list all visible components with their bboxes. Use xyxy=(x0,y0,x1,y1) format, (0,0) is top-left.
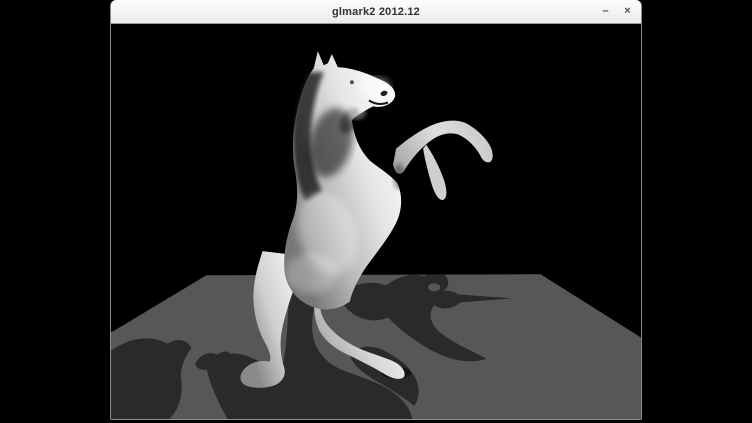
horse-muzzle-highlight xyxy=(360,77,390,99)
shadow-ear-gap xyxy=(428,283,440,291)
horse-eye xyxy=(350,80,354,84)
window-title: glmark2 2012.12 xyxy=(332,6,420,18)
render-scene xyxy=(111,24,641,419)
horse-shoulder-crease xyxy=(393,164,405,190)
gl-viewport[interactable] xyxy=(111,24,641,419)
window-controls: – × xyxy=(598,0,635,23)
glmark2-window: glmark2 2012.12 – × xyxy=(110,0,642,420)
minimize-button[interactable]: – xyxy=(598,4,613,19)
close-button[interactable]: × xyxy=(620,4,635,19)
window-titlebar[interactable]: glmark2 2012.12 – × xyxy=(111,0,641,24)
horse-haunch-highlight xyxy=(286,253,338,293)
horse-cheek-highlight xyxy=(348,105,366,119)
desktop: glmark2 2012.12 – × xyxy=(0,0,752,423)
